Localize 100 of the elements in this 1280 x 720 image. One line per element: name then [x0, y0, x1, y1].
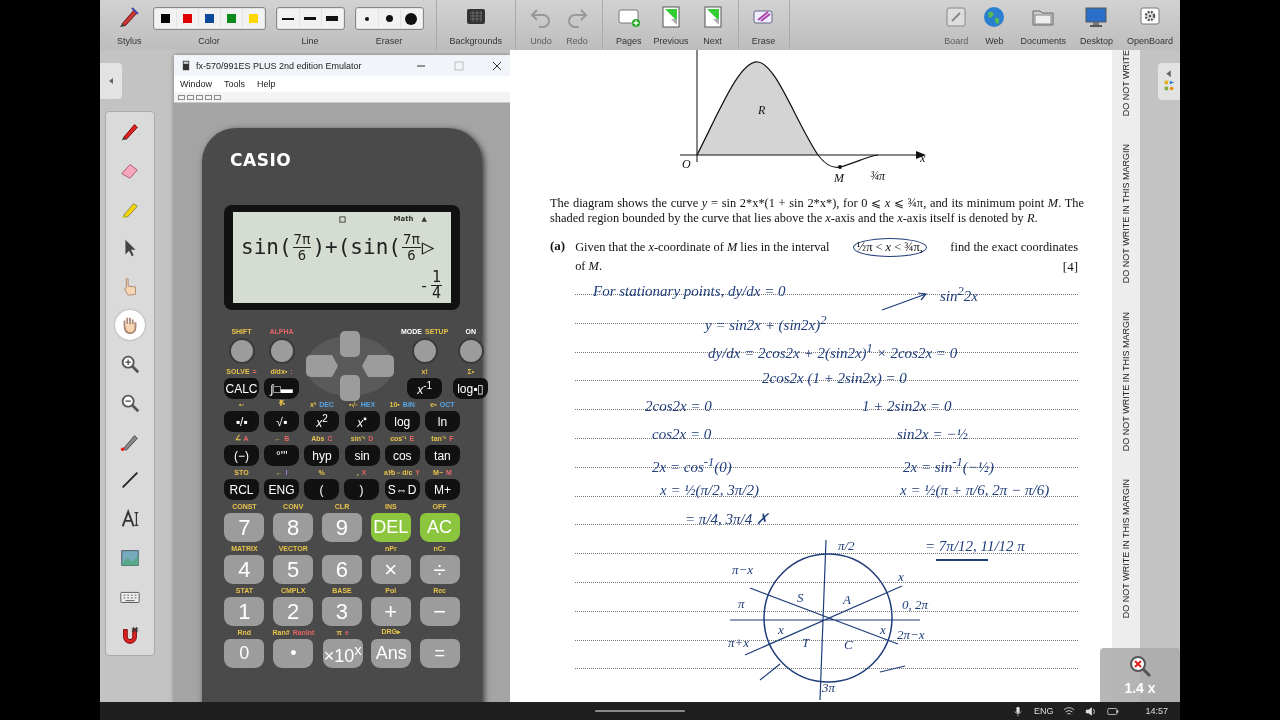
round-key[interactable]	[411, 338, 438, 364]
eraser-size-option[interactable]	[400, 9, 422, 28]
color-swatch[interactable]	[154, 9, 176, 28]
language-indicator[interactable]: ENG	[1033, 706, 1054, 716]
calculator-key[interactable]: ln	[424, 411, 460, 432]
calculator-key[interactable]: hyp	[304, 445, 340, 466]
calculator-key[interactable]: cos	[384, 445, 420, 466]
wifi-icon[interactable]	[1063, 705, 1076, 717]
direction-pad[interactable]	[304, 329, 396, 402]
calculator-key[interactable]: °'"	[264, 445, 300, 466]
color-swatch[interactable]	[176, 9, 198, 28]
calculator-key[interactable]: ∫□▬	[264, 378, 299, 399]
calculator-key[interactable]: S⇔D	[384, 479, 420, 500]
line-width-option[interactable]	[299, 9, 321, 28]
calculator-key[interactable]: )	[344, 479, 379, 500]
toolbar-button[interactable]: Backgrounds	[446, 0, 506, 50]
handwritten-arrow	[880, 290, 930, 312]
handwritten-text: 2cos2x = 0	[645, 397, 712, 415]
handwritten-text: 2x = sin$^{-1}$(−½)	[903, 454, 995, 476]
calculator-key[interactable]: ▪/▪	[224, 411, 260, 432]
clock-time[interactable]: 14:57	[1145, 706, 1168, 716]
handwritten-text: 2x = cos$^{-1}$(0)	[652, 454, 732, 476]
display-fraction: 7π 6	[401, 231, 421, 263]
handwritten-text: A	[843, 591, 851, 609]
graph-label: R	[758, 103, 766, 117]
calculator-key[interactable]: (	[304, 479, 339, 500]
monitor-icon	[1084, 5, 1109, 29]
margin-note: DO NOT WRITE IN THIS MARGIN	[1121, 144, 1131, 284]
question-text: find the exact coordinates	[950, 240, 1078, 255]
calculator-key[interactable]: x$^{▪}$	[344, 411, 380, 432]
toolbar-button[interactable]: OpenBoard	[1123, 0, 1176, 50]
question-text: of M.	[575, 259, 603, 274]
handwritten-text: x	[898, 568, 904, 586]
handwritten-text: = π/4, 3π/4 ✗	[685, 510, 769, 528]
handwritten-text: 3π	[822, 679, 835, 697]
color-swatch[interactable]	[242, 9, 264, 28]
question-text: The diagram shows the curve y = sin 2*x*(1 + sin 2*x*), for 0 ⩽ x ⩽ ¾π, and its minimum point M. The shaded region bounded by the curve that lies above the x-axis and the x-axis itself is denoted by R.	[550, 196, 1084, 226]
round-key[interactable]	[457, 338, 484, 364]
toolbar-button[interactable]: Web	[979, 0, 1010, 50]
calculator-icon	[182, 60, 190, 71]
handwritten-text: x	[778, 621, 784, 639]
color-swatch[interactable]	[220, 9, 242, 28]
graph-label: ¾π	[870, 169, 885, 183]
toolbar-button[interactable]: Desktop	[1076, 0, 1116, 50]
menu-item[interactable]: Tools	[224, 79, 246, 89]
zoom-reset-icon	[1128, 654, 1152, 678]
tool-label: Color	[198, 36, 220, 46]
toolbar-button[interactable]: Pages	[613, 0, 645, 50]
collapse-tab[interactable]	[1158, 63, 1180, 100]
calculator-key[interactable]: tan	[424, 445, 460, 466]
calculator-key[interactable]: sin	[344, 445, 380, 466]
handwritten-text: 2π−x	[897, 626, 925, 644]
toolbar-button[interactable]: Stylus	[114, 0, 145, 50]
indicator-icon	[338, 215, 346, 223]
handwritten-text: 1 + 2sin2x = 0	[862, 397, 952, 415]
eraser-size-option[interactable]	[356, 9, 378, 28]
handwritten-text: π+x	[728, 634, 750, 652]
menu-item[interactable]: Window	[180, 79, 212, 89]
battery-icon[interactable]	[1107, 705, 1120, 717]
zoom-level: 1.4 x	[1124, 680, 1156, 696]
toolbar-button[interactable]: Documents	[1017, 0, 1069, 50]
line-width-option[interactable]	[277, 9, 299, 28]
handwritten-text: π/2	[838, 537, 855, 555]
volume-icon[interactable]	[1085, 705, 1098, 717]
calculator-key[interactable]: (−)	[224, 445, 260, 466]
graph-label: x	[920, 151, 926, 165]
calculator-key[interactable]: x$^{2}$	[304, 411, 340, 432]
zoom-in-icon	[119, 353, 141, 376]
round-key[interactable]	[268, 338, 295, 364]
calculator-key[interactable]: x$^{-1}$	[407, 378, 443, 399]
handwritten-text: π	[738, 595, 745, 613]
handwritten-text: x	[880, 621, 886, 639]
window-title: fx-570/991ES PLUS 2nd edition Emulator	[196, 60, 363, 71]
calculator-key[interactable]: √▪	[264, 411, 300, 432]
toolbar-button[interactable]: Next	[697, 0, 728, 50]
calculator-key[interactable]: ENG	[264, 479, 299, 500]
calculator-key[interactable]: log▪▯	[453, 378, 489, 399]
menu-item[interactable]: Help	[257, 79, 276, 89]
color-swatch[interactable]	[198, 9, 220, 28]
display-fraction: 7π 6	[292, 231, 312, 263]
calculator-key[interactable]: M+	[425, 479, 460, 500]
margin-note: DO NOT WRITE	[1121, 50, 1131, 117]
toolbar-button[interactable]: Previous	[650, 0, 692, 50]
handwritten-text: C	[844, 636, 853, 654]
line-width-option[interactable]	[321, 9, 343, 28]
toolbar-button[interactable]: Erase	[748, 0, 779, 50]
round-key[interactable]	[228, 338, 255, 364]
brand-logo: CASIO	[230, 150, 292, 170]
handwritten-text: π−x	[732, 561, 754, 579]
graph-label: M	[834, 171, 844, 185]
picture-frame-icon	[119, 547, 141, 569]
eraser-size-option[interactable]	[378, 9, 400, 28]
close-icon[interactable]	[492, 60, 502, 71]
handwritten-text: sin2x = −½	[897, 425, 968, 443]
calculator-key[interactable]: RCL	[224, 479, 259, 500]
handwritten-text: For stationary points, dy/dx = 0	[593, 282, 786, 300]
calculator-key[interactable]: CALC	[224, 378, 259, 399]
handwritten-text: 0, 2π	[902, 596, 928, 614]
calculator-key[interactable]: log	[384, 411, 420, 432]
display-text: sin(	[241, 235, 292, 259]
